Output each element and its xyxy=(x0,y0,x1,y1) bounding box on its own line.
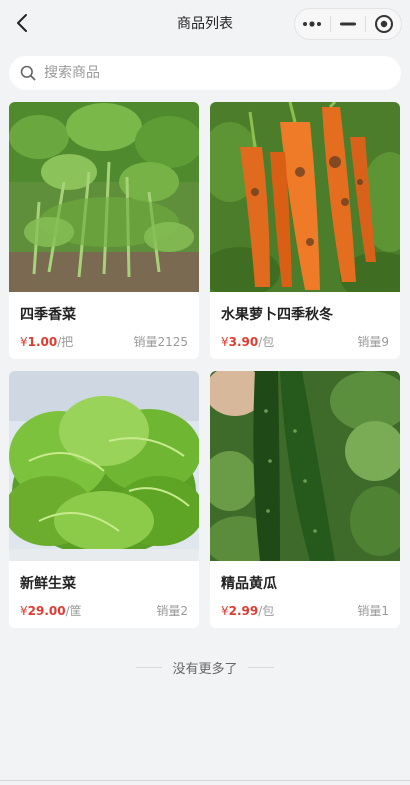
close-miniprogram-button[interactable] xyxy=(366,9,401,39)
currency-symbol: ¥ xyxy=(221,335,229,349)
divider-line xyxy=(247,667,274,668)
price-unit: /筐 xyxy=(65,604,82,618)
carrot-image xyxy=(210,102,400,292)
bottom-divider xyxy=(0,780,410,781)
mini-program-capsule xyxy=(294,8,402,40)
price-value: 29.00 xyxy=(27,604,66,618)
price-value: 2.99 xyxy=(228,604,259,618)
page-title: 商品列表 xyxy=(177,16,233,32)
coriander-image xyxy=(9,102,199,292)
product-price: ¥3.90/包 xyxy=(221,331,274,350)
search-bar[interactable] xyxy=(9,56,401,90)
currency-symbol: ¥ xyxy=(20,335,28,349)
sales-count: 销量2125 xyxy=(133,335,188,349)
price-unit: /把 xyxy=(57,335,74,349)
minimize-button[interactable] xyxy=(331,9,366,39)
sales-count: 销量9 xyxy=(357,335,389,349)
sales-count: 销量1 xyxy=(357,604,389,618)
more-dots-icon xyxy=(303,21,322,27)
lettuce-image xyxy=(9,371,199,561)
nav-bar: 商品列表 xyxy=(0,0,410,46)
chevron-left-icon xyxy=(17,14,27,32)
product-card[interactable]: 精品黄瓜 ¥2.99/包 销量1 xyxy=(210,371,400,628)
currency-symbol: ¥ xyxy=(221,604,229,618)
search-icon xyxy=(20,65,36,81)
product-grid: 四季香菜 ¥1.00/把 销量2125 水果萝卜四季秋冬 ¥3.90/包 销量9… xyxy=(0,90,410,628)
product-name: 四季香菜 xyxy=(20,307,76,323)
product-price: ¥1.00/把 xyxy=(20,331,73,350)
price-unit: /包 xyxy=(258,335,275,349)
no-more-text: 没有更多了 xyxy=(172,662,238,677)
back-button[interactable] xyxy=(8,9,36,37)
currency-symbol: ¥ xyxy=(20,604,28,618)
search-input[interactable] xyxy=(44,65,364,81)
product-price: ¥2.99/包 xyxy=(221,600,274,619)
product-name: 新鲜生菜 xyxy=(20,576,76,592)
no-more-indicator: 没有更多了 xyxy=(0,658,410,677)
price-value: 3.90 xyxy=(228,335,259,349)
product-card[interactable]: 四季香菜 ¥1.00/把 销量2125 xyxy=(9,102,199,359)
product-name: 精品黄瓜 xyxy=(221,576,277,592)
price-value: 1.00 xyxy=(27,335,58,349)
target-icon xyxy=(374,15,393,33)
product-price: ¥29.00/筐 xyxy=(20,600,82,619)
price-unit: /包 xyxy=(258,604,275,618)
more-button[interactable] xyxy=(295,9,330,39)
product-name: 水果萝卜四季秋冬 xyxy=(221,307,333,323)
product-card[interactable]: 水果萝卜四季秋冬 ¥3.90/包 销量9 xyxy=(210,102,400,359)
product-card[interactable]: 新鲜生菜 ¥29.00/筐 销量2 xyxy=(9,371,199,628)
cucumber-image xyxy=(210,371,400,561)
minimize-icon xyxy=(340,22,356,26)
divider-line xyxy=(136,667,163,668)
sales-count: 销量2 xyxy=(156,604,188,618)
